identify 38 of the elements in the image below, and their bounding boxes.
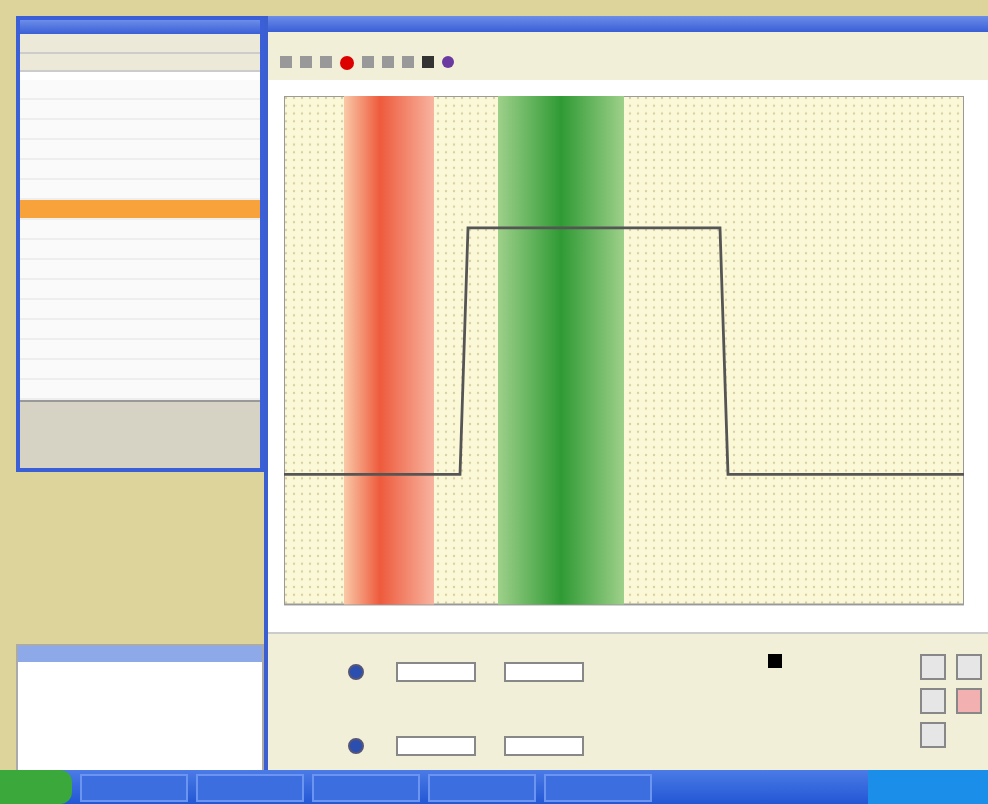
tool-button[interactable] xyxy=(956,688,982,714)
circle-icon[interactable] xyxy=(442,56,454,68)
spin-field[interactable] xyxy=(504,662,584,683)
color-swatch[interactable] xyxy=(768,654,782,668)
radio-button[interactable] xyxy=(348,664,364,681)
list-row[interactable] xyxy=(20,359,260,380)
list-row[interactable] xyxy=(20,139,260,160)
record-icon[interactable] xyxy=(340,55,354,69)
list-row[interactable] xyxy=(20,99,260,120)
list-row[interactable] xyxy=(20,199,260,220)
list-row[interactable] xyxy=(20,159,260,180)
spin-field[interactable] xyxy=(396,735,476,756)
radio-button[interactable] xyxy=(348,737,364,754)
list-row[interactable] xyxy=(20,219,260,240)
taskbar-button[interactable] xyxy=(428,773,536,801)
system-tray xyxy=(868,770,988,804)
list-row[interactable] xyxy=(20,279,260,300)
list-row[interactable] xyxy=(20,379,260,400)
taskbar-button[interactable] xyxy=(196,773,304,801)
spin-field[interactable] xyxy=(396,662,476,683)
list-row[interactable] xyxy=(20,79,260,100)
tool-button[interactable] xyxy=(920,654,946,680)
list-row[interactable] xyxy=(20,259,260,280)
start-button[interactable] xyxy=(0,770,72,804)
spin-field[interactable] xyxy=(504,735,584,756)
list-row[interactable] xyxy=(20,319,260,340)
tool-button[interactable] xyxy=(920,688,946,714)
taskbar-button[interactable] xyxy=(544,773,652,801)
taskbar-button[interactable] xyxy=(312,773,420,801)
tool-button[interactable] xyxy=(956,654,982,680)
list-row[interactable] xyxy=(20,299,260,320)
list-row[interactable] xyxy=(20,339,260,360)
taskbar-button[interactable] xyxy=(80,773,188,801)
square-icon[interactable] xyxy=(422,56,434,68)
list-row[interactable] xyxy=(20,239,260,260)
tool-button[interactable] xyxy=(920,722,946,748)
list-row[interactable] xyxy=(20,179,260,200)
list-row[interactable] xyxy=(20,119,260,140)
